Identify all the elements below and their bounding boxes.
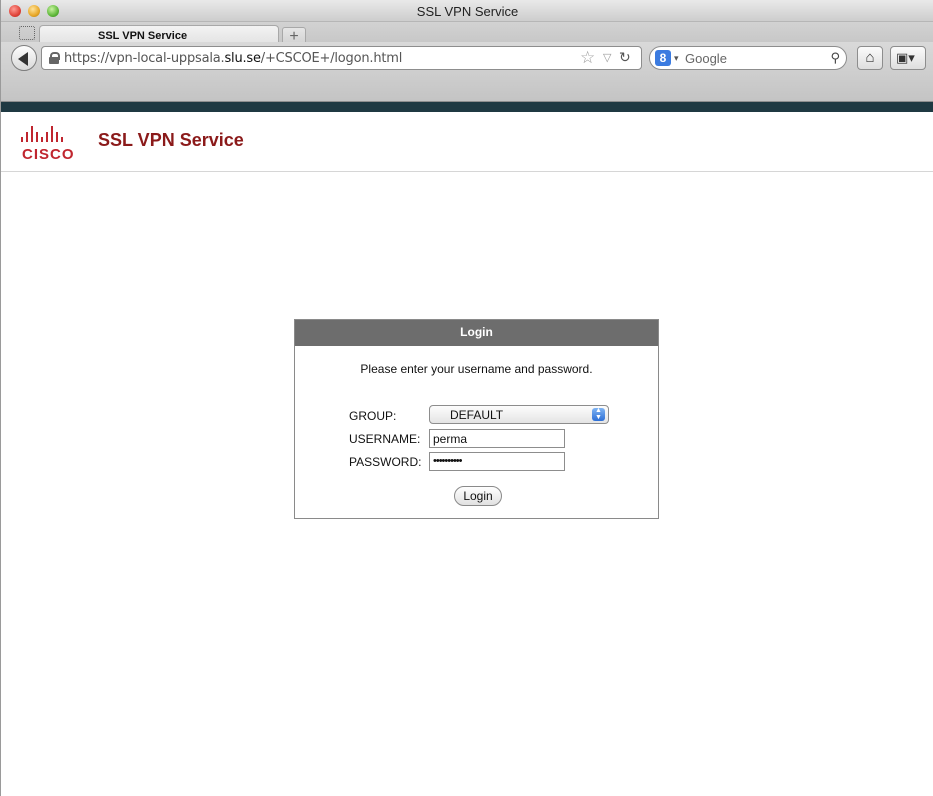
search-placeholder: Google [685,51,727,66]
group-label: GROUP: [349,409,397,423]
cisco-wordmark: CISCO [22,146,75,163]
toolbar-divider [1,102,933,112]
group-selected-value: DEFAULT [450,408,504,422]
url-text[interactable]: https://vpn-local-uppsala.slu.se/+CSCOE+… [64,51,402,66]
bookmark-star-icon[interactable]: ☆ [580,48,595,68]
page-content: CISCO SSL VPN Service Login Please enter… [1,112,933,796]
login-panel: Login Please enter your username and pas… [294,319,659,519]
window-title: SSL VPN Service [416,4,519,19]
cisco-logo: CISCO [21,126,91,164]
lock-icon [49,52,60,64]
password-field[interactable]: •••••••••• [429,452,565,471]
login-panel-header: Login [295,320,658,346]
url-history-dropdown-icon[interactable]: ▽ [603,51,611,64]
group-select[interactable]: DEFAULT ▲ ▼ [429,405,609,424]
navigation-bar: https://vpn-local-uppsala.slu.se/+CSCOE+… [1,42,933,102]
select-arrows-icon: ▲ ▼ [592,407,605,421]
search-bar[interactable]: 8 ▾ Google ⚲ [649,46,847,70]
brand-header: CISCO SSL VPN Service [1,112,933,172]
search-engine-icon[interactable]: 8 [655,50,671,66]
magnifier-icon[interactable]: ⚲ [830,50,840,66]
browser-window: SSL VPN Service SSL VPN Service + https:… [0,0,933,796]
tab-groups-icon[interactable] [19,26,35,40]
address-bar[interactable]: https://vpn-local-uppsala.slu.se/+CSCOE+… [41,46,642,70]
login-button[interactable]: Login [454,486,502,506]
cisco-bars-icon [21,126,91,142]
back-arrow-icon[interactable] [11,45,37,71]
username-field[interactable]: perma [429,429,565,448]
bookmarks-menu-icon[interactable]: ▣▾ [890,46,926,70]
title-bar: SSL VPN Service [1,0,933,22]
tab-label: SSL VPN Service [98,30,188,42]
search-engine-dropdown-icon[interactable]: ▾ [674,53,679,64]
reload-icon[interactable]: ↻ [619,49,631,66]
username-label: USERNAME: [349,432,421,446]
login-prompt: Please enter your username and password. [360,362,593,376]
page-title: SSL VPN Service [98,130,244,150]
password-label: PASSWORD: [349,455,422,469]
home-icon[interactable]: ⌂ [857,46,883,70]
